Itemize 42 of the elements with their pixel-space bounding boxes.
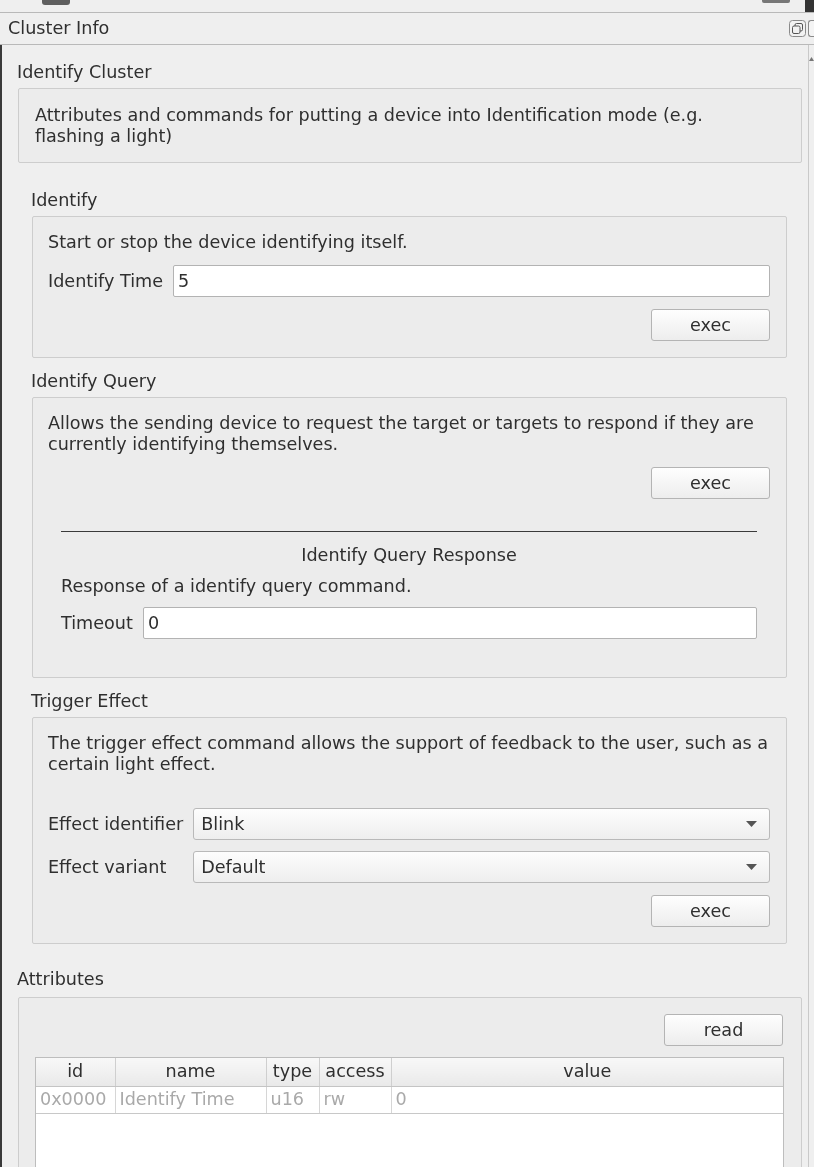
column-header[interactable]: value xyxy=(391,1058,783,1086)
title-bar-button[interactable] xyxy=(808,20,814,37)
dock-title: Cluster Info xyxy=(8,18,111,39)
exec-button[interactable]: exec xyxy=(651,467,770,499)
column-header[interactable]: id xyxy=(36,1058,115,1086)
table-cell: 0 xyxy=(391,1086,783,1113)
scroll-up-arrow-icon[interactable] xyxy=(809,57,814,61)
exec-button[interactable]: exec xyxy=(651,309,770,341)
column-header[interactable]: type xyxy=(266,1058,319,1086)
text-field[interactable]: 0 xyxy=(142,607,757,639)
toolbar-button[interactable] xyxy=(762,0,790,3)
field-label: Timeout xyxy=(61,612,133,634)
caret-icon xyxy=(746,864,757,870)
dropdown[interactable]: Blink xyxy=(193,808,770,840)
description-text: Response of a identify query command. xyxy=(61,576,413,597)
exec-button[interactable]: exec xyxy=(651,895,770,927)
group-title: Identify Cluster xyxy=(17,63,153,82)
toolbar-button[interactable] xyxy=(42,0,70,5)
description-text: The trigger effect command allows the support of feedback to the user, such as a certain light effect. xyxy=(48,733,770,775)
description-text: Allows the sending device to request the target or targets to respond if they are currently identifying themselves. xyxy=(48,413,755,455)
group-title: Identify xyxy=(31,191,99,210)
table-cell: rw xyxy=(319,1086,391,1113)
field-label: Effect variant xyxy=(48,856,168,878)
section-title: Identify Query Response xyxy=(300,545,518,566)
caret-icon xyxy=(746,821,757,827)
group-title: Trigger Effect xyxy=(31,692,149,711)
read-button[interactable]: read xyxy=(664,1014,783,1046)
table-cell: 0x0000 xyxy=(36,1086,115,1113)
column-header[interactable]: access xyxy=(319,1058,391,1086)
group-title: Attributes xyxy=(17,970,105,989)
field-label: Identify Time xyxy=(48,270,164,292)
table-cell: u16 xyxy=(266,1086,319,1113)
description-text: Attributes and commands for putting a device into Identification mode (e.g. flashing a light) xyxy=(35,105,704,147)
float-window-icon[interactable] xyxy=(789,20,806,37)
group-title: Identify Query xyxy=(31,372,158,391)
column-header[interactable]: name xyxy=(115,1058,266,1086)
text-field[interactable]: 5 xyxy=(173,265,770,297)
description-text: Start or stop the device identifying itself. xyxy=(48,232,409,253)
scrollbar[interactable] xyxy=(808,45,814,1167)
field-label: Effect identifier xyxy=(48,813,184,835)
table-cell: Identify Time xyxy=(115,1086,266,1113)
dropdown[interactable]: Default xyxy=(193,851,770,883)
